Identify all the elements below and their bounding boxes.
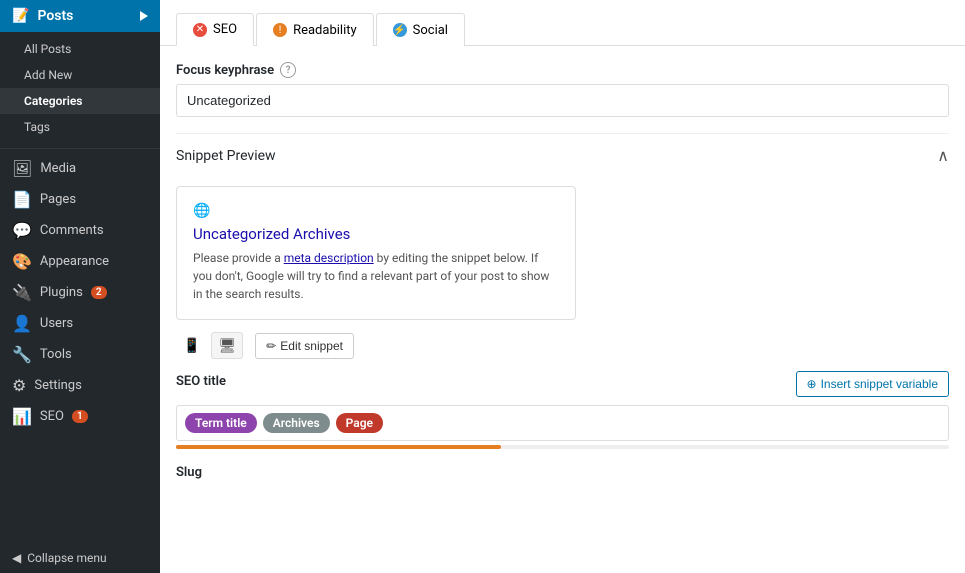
sidebar-item-tools[interactable]: 🔧 Tools bbox=[0, 339, 160, 370]
sidebar-item-settings[interactable]: ⚙ Settings bbox=[0, 370, 160, 401]
seo-title-progress-fill bbox=[176, 445, 501, 449]
media-label: Media bbox=[40, 161, 76, 176]
collapse-menu-button[interactable]: ◀ Collapse menu bbox=[0, 543, 160, 573]
snippet-description: Please provide a meta description by edi… bbox=[193, 249, 559, 303]
users-icon: 👤 bbox=[12, 314, 32, 333]
slug-section: Slug bbox=[176, 465, 949, 480]
mobile-device-btn[interactable]: 📱 bbox=[176, 332, 207, 359]
snippet-preview-title: Snippet Preview bbox=[176, 148, 276, 164]
main-content: ✕ SEO ! Readability ⚡ Social Focus keyph… bbox=[160, 0, 965, 573]
seo-title-token-row[interactable]: Term title Archives Page bbox=[176, 405, 949, 441]
users-label: Users bbox=[40, 316, 73, 331]
token-archives: Archives bbox=[263, 413, 330, 433]
collapse-menu-label: Collapse menu bbox=[27, 551, 106, 565]
token-term-title: Term title bbox=[185, 413, 257, 433]
sidebar-item-tags[interactable]: Tags bbox=[0, 114, 160, 140]
tab-seo[interactable]: ✕ SEO bbox=[176, 13, 254, 46]
sidebar-header-title: Posts bbox=[37, 8, 73, 24]
appearance-label: Appearance bbox=[40, 254, 109, 269]
plugins-badge: 2 bbox=[91, 286, 107, 299]
meta-description-link[interactable]: meta description bbox=[284, 251, 374, 265]
plugins-icon: 🔌 bbox=[12, 283, 32, 302]
insert-snippet-variable-btn[interactable]: ⊕ Insert snippet variable bbox=[796, 371, 949, 397]
focus-keyphrase-input[interactable] bbox=[176, 84, 949, 117]
pages-label: Pages bbox=[40, 192, 76, 207]
sidebar-item-users[interactable]: 👤 Users bbox=[0, 308, 160, 339]
sidebar-header[interactable]: 📝 Posts bbox=[0, 0, 160, 32]
pages-icon: 📄 bbox=[12, 190, 32, 209]
categories-label: Categories bbox=[24, 94, 82, 108]
desktop-device-btn[interactable]: 🖥 bbox=[211, 332, 243, 359]
device-toggle-row: 📱 🖥 ✏ Edit snippet bbox=[176, 332, 949, 359]
settings-icon: ⚙ bbox=[12, 376, 26, 395]
collapse-arrow-icon: ◀ bbox=[12, 551, 21, 565]
sidebar-item-appearance[interactable]: 🎨 Appearance bbox=[0, 246, 160, 277]
social-tab-dot: ⚡ bbox=[393, 23, 407, 37]
seo-title-row: SEO title ⊕ Insert snippet variable bbox=[176, 371, 949, 397]
insert-variable-label: Insert snippet variable bbox=[821, 377, 938, 391]
snippet-card: 🌐 Uncategorized Archives Please provide … bbox=[176, 186, 576, 320]
seo-title-progress-bar bbox=[176, 445, 949, 449]
tab-readability[interactable]: ! Readability bbox=[256, 13, 374, 46]
edit-snippet-label: Edit snippet bbox=[280, 339, 343, 353]
sidebar-item-all-posts[interactable]: All Posts bbox=[0, 36, 160, 62]
plugins-label: Plugins bbox=[40, 285, 83, 300]
tab-seo-label: SEO bbox=[213, 22, 237, 37]
snippet-title[interactable]: Uncategorized Archives bbox=[193, 225, 559, 243]
posts-icon: 📝 bbox=[12, 8, 29, 24]
token-page: Page bbox=[336, 413, 383, 433]
seo-title-label: SEO title bbox=[176, 374, 226, 389]
tab-readability-label: Readability bbox=[293, 23, 357, 38]
snippet-preview-collapse-btn[interactable]: ∧ bbox=[937, 146, 949, 166]
sidebar: 📝 Posts All Posts Add New Categories Tag… bbox=[0, 0, 160, 573]
all-posts-label: All Posts bbox=[24, 42, 71, 56]
focus-keyphrase-label: Focus keyphrase ? bbox=[176, 62, 949, 78]
add-new-label: Add New bbox=[24, 68, 72, 82]
comments-label: Comments bbox=[40, 223, 104, 238]
comments-icon: 💬 bbox=[12, 221, 32, 240]
focus-keyphrase-text: Focus keyphrase bbox=[176, 63, 274, 78]
tags-label: Tags bbox=[24, 120, 50, 134]
insert-icon: ⊕ bbox=[807, 377, 817, 391]
slug-label: Slug bbox=[176, 465, 202, 480]
seo-label: SEO bbox=[40, 409, 64, 424]
sidebar-item-plugins[interactable]: 🔌 Plugins 2 bbox=[0, 277, 160, 308]
sidebar-arrow-icon bbox=[140, 11, 148, 21]
settings-label: Settings bbox=[34, 378, 81, 393]
sidebar-item-comments[interactable]: 💬 Comments bbox=[0, 215, 160, 246]
readability-tab-dot: ! bbox=[273, 23, 287, 37]
snippet-globe-icon: 🌐 bbox=[193, 203, 559, 219]
seo-tab-dot: ✕ bbox=[193, 23, 207, 37]
sidebar-item-media[interactable]: 🖼 Media bbox=[0, 153, 160, 184]
sidebar-item-seo[interactable]: 📊 SEO 1 bbox=[0, 401, 160, 432]
appearance-icon: 🎨 bbox=[12, 252, 32, 271]
media-icon: 🖼 bbox=[12, 159, 32, 178]
content-area: Focus keyphrase ? Snippet Preview ∧ 🌐 Un… bbox=[160, 46, 965, 496]
seo-badge: 1 bbox=[72, 410, 88, 423]
tab-social[interactable]: ⚡ Social bbox=[376, 13, 465, 46]
tab-social-label: Social bbox=[413, 23, 448, 38]
help-icon[interactable]: ? bbox=[280, 62, 296, 78]
edit-snippet-icon: ✏ bbox=[266, 339, 276, 353]
tabs-bar: ✕ SEO ! Readability ⚡ Social bbox=[160, 0, 965, 46]
posts-submenu: All Posts Add New Categories Tags bbox=[0, 32, 160, 144]
sidebar-divider-1 bbox=[0, 148, 160, 149]
sidebar-item-categories[interactable]: Categories bbox=[0, 88, 160, 114]
tools-icon: 🔧 bbox=[12, 345, 32, 364]
sidebar-item-pages[interactable]: 📄 Pages bbox=[0, 184, 160, 215]
tools-label: Tools bbox=[40, 347, 72, 362]
sidebar-item-add-new[interactable]: Add New bbox=[0, 62, 160, 88]
seo-icon: 📊 bbox=[12, 407, 32, 426]
edit-snippet-btn[interactable]: ✏ Edit snippet bbox=[255, 333, 354, 359]
snippet-preview-section: Snippet Preview ∧ bbox=[176, 133, 949, 174]
